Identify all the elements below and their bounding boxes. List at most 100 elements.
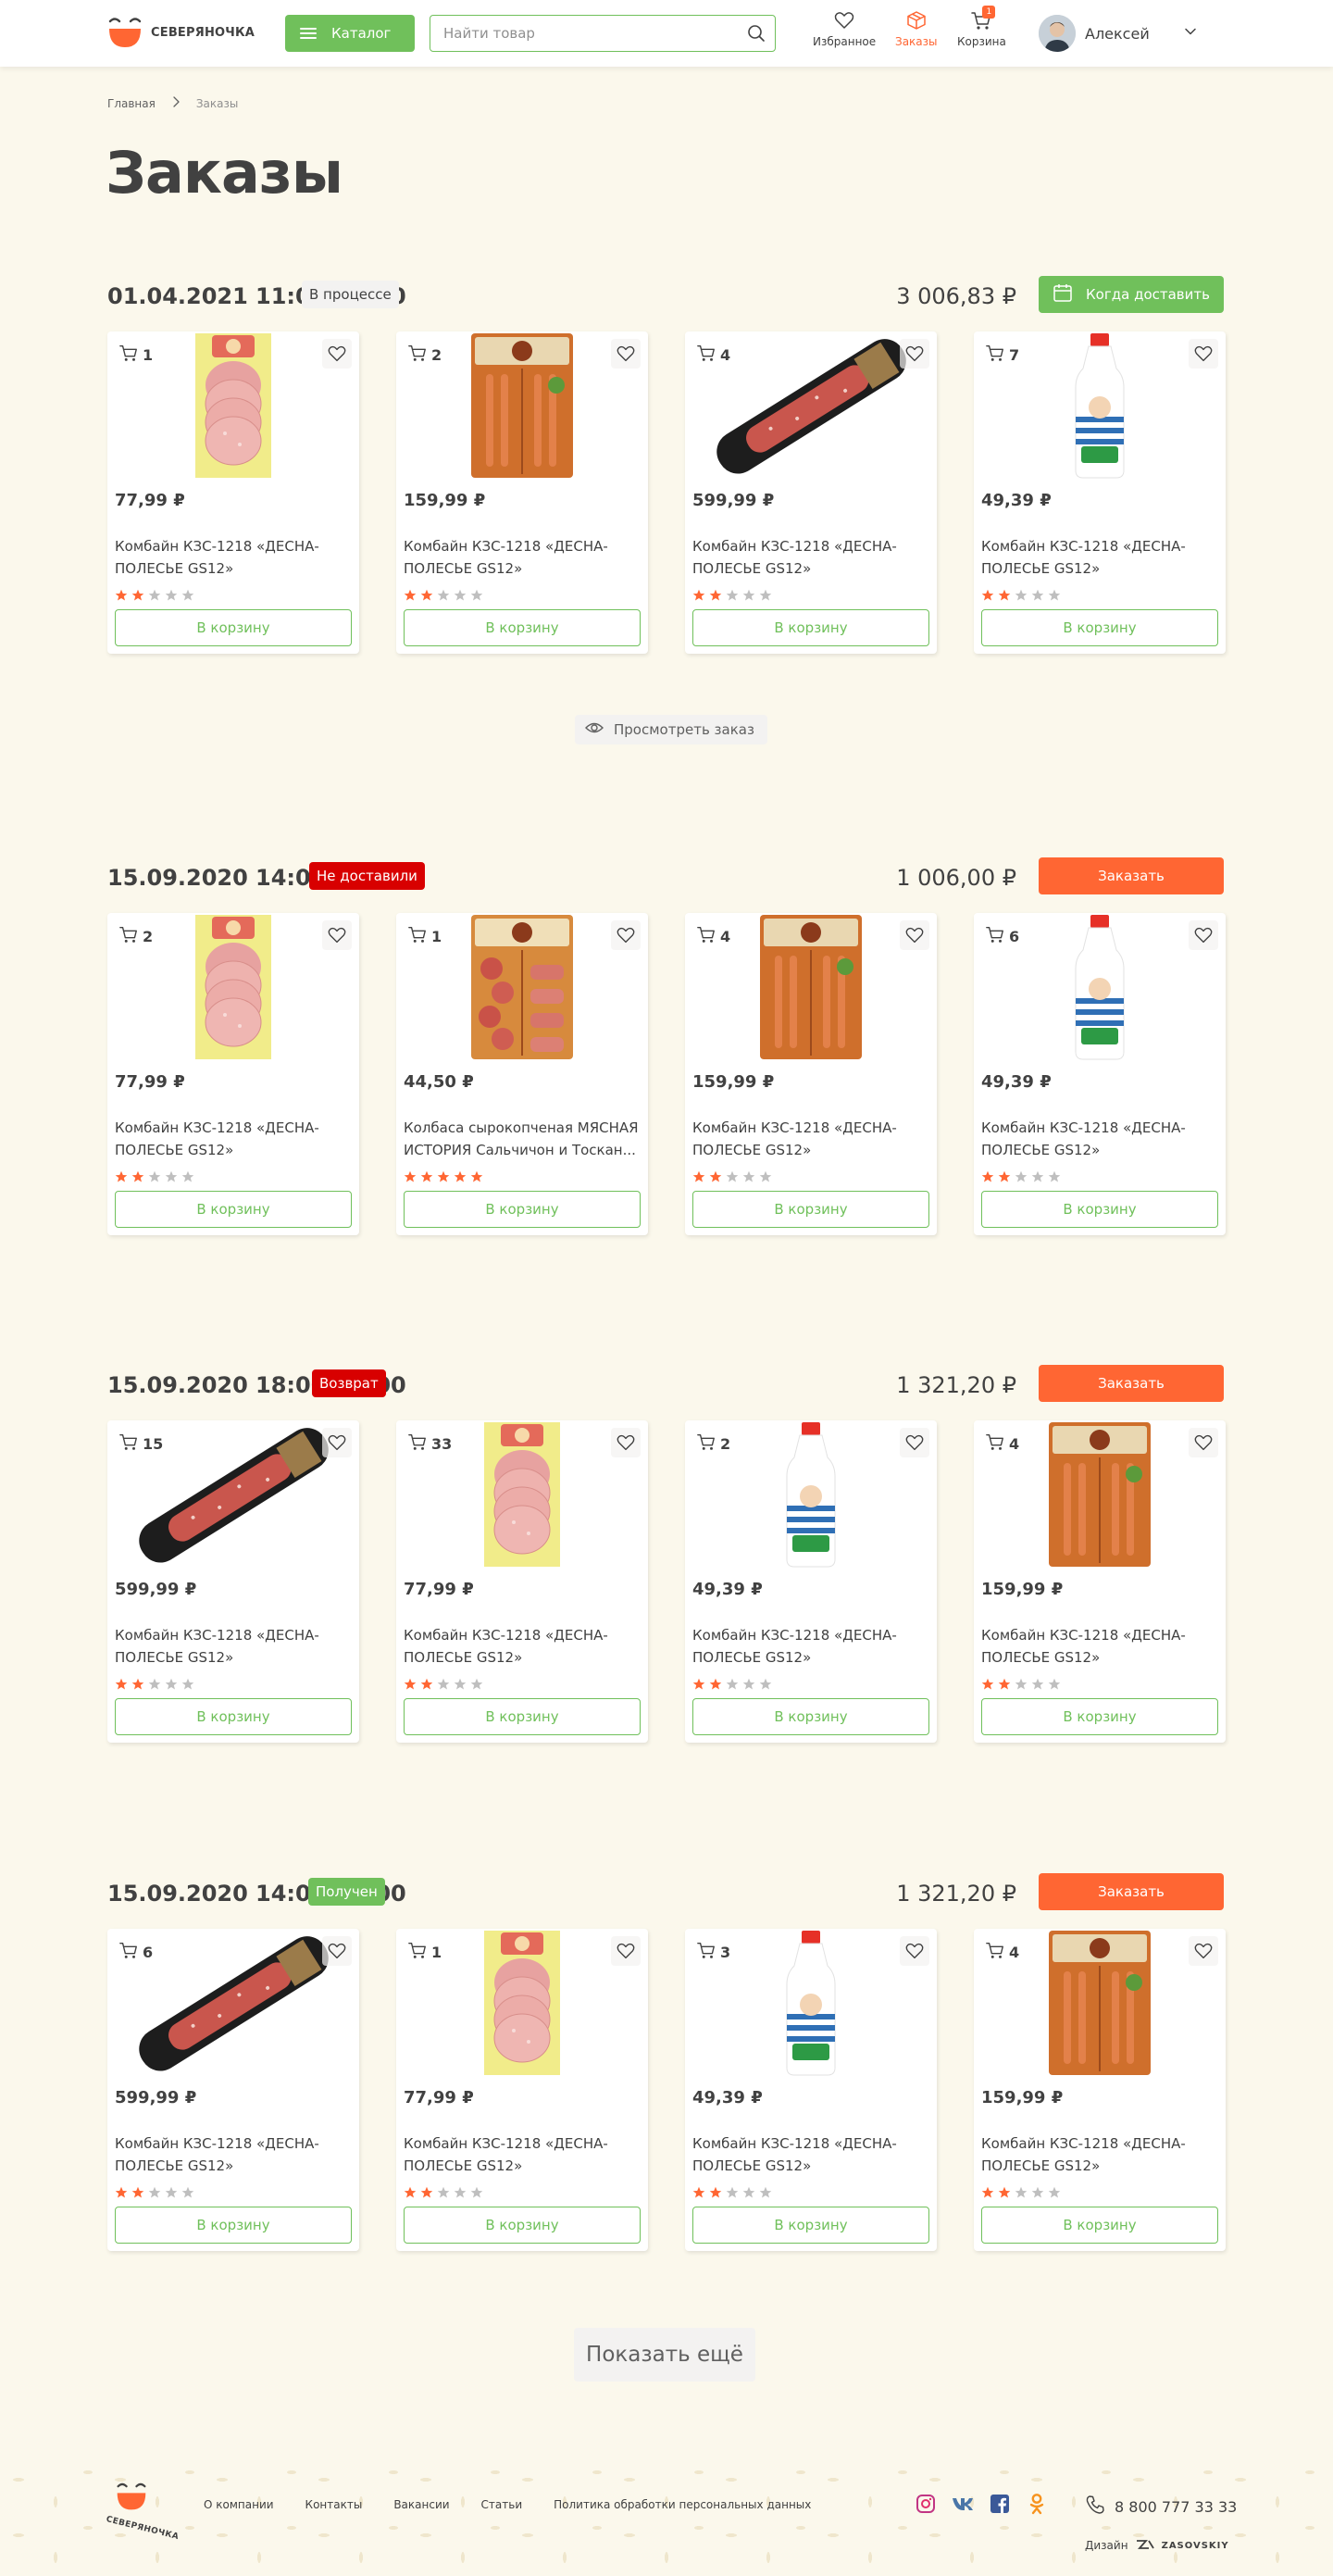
catalog-button[interactable]: Каталог — [285, 15, 415, 52]
product-card[interactable]: 4 599,99 ₽ Комбайн КЗС-1218 «ДЕСНА-ПОЛЕС… — [685, 331, 937, 654]
favorite-heart-icon[interactable] — [1189, 1428, 1218, 1457]
favorite-heart-icon[interactable] — [900, 1428, 929, 1457]
add-to-cart-button[interactable]: В корзину — [404, 609, 641, 646]
product-name[interactable]: Колбаса сырокопченая МЯСНАЯ ИСТОРИЯ Саль… — [404, 1117, 641, 1161]
view-order-button[interactable]: Просмотреть заказ — [575, 715, 767, 744]
favorite-heart-icon[interactable] — [611, 920, 641, 950]
favorite-heart-icon[interactable] — [611, 1936, 641, 1966]
product-card[interactable]: 15 599,99 ₽ Комбайн КЗС-1218 «ДЕСНА-ПОЛЕ… — [107, 1420, 359, 1743]
star-icon — [148, 1678, 161, 1690]
reorder-button[interactable]: Заказать — [1039, 1873, 1224, 1910]
add-to-cart-button[interactable]: В корзину — [404, 1698, 641, 1735]
favorite-heart-icon[interactable] — [1189, 920, 1218, 950]
reorder-button[interactable]: Заказать — [1039, 1365, 1224, 1402]
footer-link-privacy[interactable]: Политика обработки персональных данных — [554, 2498, 811, 2511]
facebook-icon[interactable] — [989, 2493, 1011, 2515]
rating-stars — [981, 1678, 1061, 1691]
favorite-heart-icon[interactable] — [611, 339, 641, 369]
product-name[interactable]: Комбайн КЗС-1218 «ДЕСНА-ПОЛЕСЬЕ GS12» — [404, 1624, 641, 1669]
product-card[interactable]: 2 159,99 ₽ Комбайн КЗС-1218 «ДЕСНА-ПОЛЕС… — [396, 331, 648, 654]
product-card[interactable]: 1 77,99 ₽ Комбайн КЗС-1218 «ДЕСНА-ПОЛЕСЬ… — [107, 331, 359, 654]
add-to-cart-button[interactable]: В корзину — [404, 2207, 641, 2244]
product-card[interactable]: 3 49,39 ₽ Комбайн КЗС-1218 «ДЕСНА-ПОЛЕСЬ… — [685, 1929, 937, 2251]
phone[interactable]: 8 800 777 33 33 — [1085, 2495, 1237, 2519]
delivery-time-button[interactable]: Когда доставить — [1039, 276, 1224, 313]
search-input[interactable] — [430, 16, 738, 51]
order-sum: 1 321,20 ₽ — [896, 1881, 1016, 1907]
box-icon — [905, 9, 928, 31]
product-name[interactable]: Комбайн КЗС-1218 «ДЕСНА-ПОЛЕСЬЕ GS12» — [692, 2132, 929, 2177]
add-to-cart-button[interactable]: В корзину — [981, 609, 1218, 646]
product-name[interactable]: Комбайн КЗС-1218 «ДЕСНА-ПОЛЕСЬЕ GS12» — [692, 1117, 929, 1161]
add-to-cart-button[interactable]: В корзину — [115, 1698, 352, 1735]
footer-link-vacancies[interactable]: Вакансии — [393, 2498, 449, 2511]
product-card[interactable]: 33 77,99 ₽ Комбайн КЗС-1218 «ДЕСНА-ПОЛЕС… — [396, 1420, 648, 1743]
product-name[interactable]: Комбайн КЗС-1218 «ДЕСНА-ПОЛЕСЬЕ GS12» — [692, 535, 929, 580]
product-card[interactable]: 4 159,99 ₽ Комбайн КЗС-1218 «ДЕСНА-ПОЛЕС… — [974, 1929, 1226, 2251]
favorite-heart-icon[interactable] — [900, 1936, 929, 1966]
breadcrumb-home[interactable]: Главная — [107, 97, 156, 110]
product-name[interactable]: Комбайн КЗС-1218 «ДЕСНА-ПОЛЕСЬЕ GS12» — [115, 535, 352, 580]
vk-icon[interactable] — [952, 2493, 974, 2515]
product-name[interactable]: Комбайн КЗС-1218 «ДЕСНА-ПОЛЕСЬЕ GS12» — [981, 1117, 1218, 1161]
favorite-heart-icon[interactable] — [322, 339, 352, 369]
chevron-down-icon[interactable] — [1183, 24, 1198, 43]
product-name[interactable]: Комбайн КЗС-1218 «ДЕСНА-ПОЛЕСЬЕ GS12» — [981, 1624, 1218, 1669]
show-more-button[interactable]: Показать ещё — [574, 2328, 755, 2382]
product-name[interactable]: Комбайн КЗС-1218 «ДЕСНА-ПОЛЕСЬЕ GS12» — [981, 2132, 1218, 2177]
product-card[interactable]: 1 77,99 ₽ Комбайн КЗС-1218 «ДЕСНА-ПОЛЕСЬ… — [396, 1929, 648, 2251]
product-name[interactable]: Комбайн КЗС-1218 «ДЕСНА-ПОЛЕСЬЕ GS12» — [981, 535, 1218, 580]
quantity-indicator: 15 — [118, 1432, 163, 1456]
product-card[interactable]: 1 44,50 ₽ Колбаса сырокопченая МЯСНАЯ ИС… — [396, 913, 648, 1235]
favorite-heart-icon[interactable] — [900, 339, 929, 369]
footer-link-about[interactable]: О компании — [204, 2498, 274, 2511]
favorite-heart-icon[interactable] — [1189, 1936, 1218, 1966]
product-card[interactable]: 6 599,99 ₽ Комбайн КЗС-1218 «ДЕСНА-ПОЛЕС… — [107, 1929, 359, 2251]
search-icon[interactable] — [738, 15, 775, 52]
add-to-cart-button[interactable]: В корзину — [692, 2207, 929, 2244]
product-name[interactable]: Комбайн КЗС-1218 «ДЕСНА-ПОЛЕСЬЕ GS12» — [404, 535, 641, 580]
product-card[interactable]: 4 159,99 ₽ Комбайн КЗС-1218 «ДЕСНА-ПОЛЕС… — [685, 913, 937, 1235]
product-card[interactable]: 4 159,99 ₽ Комбайн КЗС-1218 «ДЕСНА-ПОЛЕС… — [974, 1420, 1226, 1743]
favorite-heart-icon[interactable] — [322, 1428, 352, 1457]
footer-logo[interactable]: СЕВЕРЯНОЧКА — [106, 2480, 180, 2542]
favorite-heart-icon[interactable] — [900, 920, 929, 950]
product-card[interactable]: 2 77,99 ₽ Комбайн КЗС-1218 «ДЕСНА-ПОЛЕСЬ… — [107, 913, 359, 1235]
add-to-cart-button[interactable]: В корзину — [981, 1698, 1218, 1735]
favorite-heart-icon[interactable] — [1189, 339, 1218, 369]
add-to-cart-button[interactable]: В корзину — [981, 2207, 1218, 2244]
instagram-icon[interactable] — [915, 2493, 937, 2515]
add-to-cart-button[interactable]: В корзину — [981, 1191, 1218, 1228]
product-name[interactable]: Комбайн КЗС-1218 «ДЕСНА-ПОЛЕСЬЕ GS12» — [115, 2132, 352, 2177]
add-to-cart-button[interactable]: В корзину — [692, 609, 929, 646]
odnoklassniki-icon[interactable] — [1026, 2493, 1048, 2515]
add-to-cart-button[interactable]: В корзину — [404, 1191, 641, 1228]
add-to-cart-button[interactable]: В корзину — [692, 1698, 929, 1735]
product-card[interactable]: 6 49,39 ₽ Комбайн КЗС-1218 «ДЕСНА-ПОЛЕСЬ… — [974, 913, 1226, 1235]
nav-orders[interactable]: Заказы — [895, 9, 938, 48]
nav-favorites[interactable]: Избранное — [813, 9, 876, 48]
add-to-cart-button[interactable]: В корзину — [115, 1191, 352, 1228]
favorite-heart-icon[interactable] — [322, 1936, 352, 1966]
product-card[interactable]: 2 49,39 ₽ Комбайн КЗС-1218 «ДЕСНА-ПОЛЕСЬ… — [685, 1420, 937, 1743]
product-name[interactable]: Комбайн КЗС-1218 «ДЕСНА-ПОЛЕСЬЕ GS12» — [692, 1624, 929, 1669]
footer-link-contacts[interactable]: Контакты — [305, 2498, 363, 2511]
favorite-heart-icon[interactable] — [611, 1428, 641, 1457]
product-name[interactable]: Комбайн КЗС-1218 «ДЕСНА-ПОЛЕСЬЕ GS12» — [404, 2132, 641, 2177]
star-icon — [981, 2186, 994, 2198]
add-to-cart-button[interactable]: В корзину — [115, 609, 352, 646]
logo[interactable]: СЕВЕРЯНОЧКА — [106, 14, 255, 51]
product-name[interactable]: Комбайн КЗС-1218 «ДЕСНА-ПОЛЕСЬЕ GS12» — [115, 1117, 352, 1161]
reorder-button[interactable]: Заказать — [1039, 857, 1224, 894]
rating-stars — [404, 589, 483, 602]
product-card[interactable]: 7 49,39 ₽ Комбайн КЗС-1218 «ДЕСНА-ПОЛЕСЬ… — [974, 331, 1226, 654]
design-credit[interactable]: Дизайн ZASOVSKIY — [1085, 2539, 1229, 2552]
footer-link-articles[interactable]: Статьи — [481, 2498, 523, 2511]
user-menu[interactable]: Алексей — [1039, 15, 1150, 52]
favorite-heart-icon[interactable] — [322, 920, 352, 950]
product-price: 599,99 ₽ — [692, 491, 775, 510]
add-to-cart-button[interactable]: В корзину — [115, 2207, 352, 2244]
product-name[interactable]: Комбайн КЗС-1218 «ДЕСНА-ПОЛЕСЬЕ GS12» — [115, 1624, 352, 1669]
add-to-cart-button[interactable]: В корзину — [692, 1191, 929, 1228]
nav-cart[interactable]: 1 Корзина — [957, 6, 1006, 48]
